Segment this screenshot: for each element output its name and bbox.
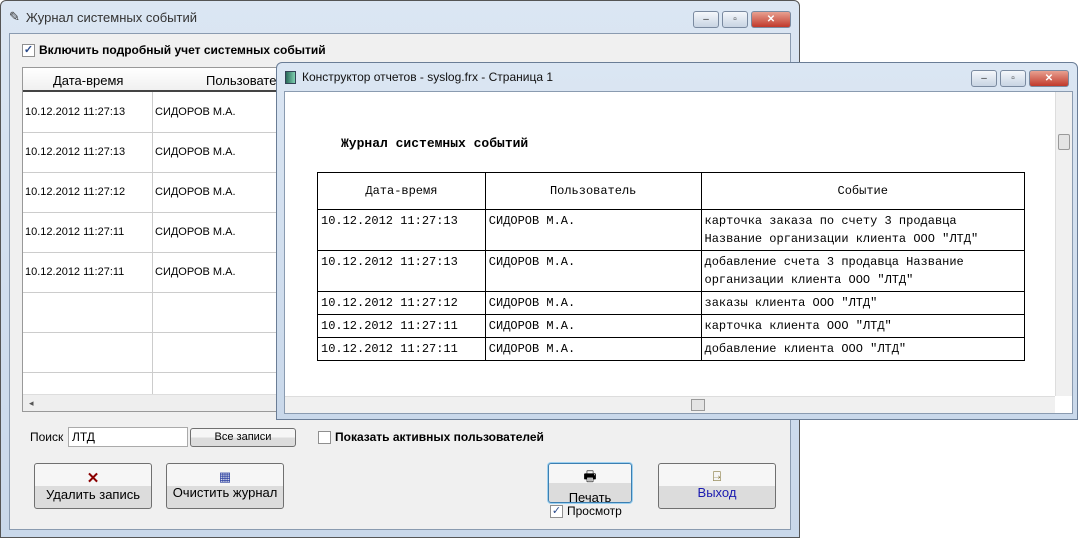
report-cell-event: добавление клиента ООО "ЛТД"	[700, 337, 1025, 361]
report-cell-event: карточка клиента ООО "ЛТД"	[700, 314, 1025, 338]
report-cell-datetime: 10.12.2012 11:27:13	[317, 209, 486, 251]
app-icon: ✎	[9, 9, 20, 24]
report-col-event: Событие	[700, 172, 1025, 210]
report-row: 10.12.2012 11:27:12 СИДОРОВ М.А. заказы кл…	[317, 291, 1025, 315]
minimize-button[interactable]: ‒	[693, 11, 719, 28]
title-bar: ✎ Журнал системных событий	[1, 1, 799, 33]
report-title-bar: Конструктор отчетов - syslog.frx - Стран…	[277, 63, 1077, 91]
cell-user: СИДОРОВ М.А.	[155, 106, 236, 118]
preview-checkbox[interactable]: ✓ Просмотр	[550, 504, 622, 519]
scroll-thumb[interactable]	[1058, 134, 1070, 150]
cell-datetime: 10.12.2012 11:27:13	[25, 106, 126, 118]
table-row[interactable]: 10.12.2012 11:27:13 СИДОРОВ М.А.	[23, 133, 281, 173]
minimize-button[interactable]: ‒	[971, 70, 997, 87]
all-records-button[interactable]: Все записи	[190, 428, 296, 447]
table-row[interactable]: 10.12.2012 11:27:13 СИДОРОВ М.А.	[23, 93, 281, 133]
search-input[interactable]	[68, 427, 188, 447]
report-heading: Журнал системных событий	[341, 136, 529, 151]
report-cell-user: СИДОРОВ М.А.	[484, 250, 702, 292]
column-header-datetime[interactable]: Дата-время	[53, 73, 123, 88]
checkbox-icon: ✓	[22, 44, 35, 58]
table-row[interactable]: 10.12.2012 11:27:12 СИДОРОВ М.А.	[23, 173, 281, 213]
events-grid[interactable]: Дата-время Пользовате 10.12.2012 11:27:13…	[22, 67, 282, 412]
column-header-user[interactable]: Пользовате	[206, 73, 276, 88]
clear-table-icon: ▦	[218, 469, 232, 484]
cell-user: СИДОРОВ М.А.	[155, 146, 236, 158]
report-cell-user: СИДОРОВ М.А.	[484, 291, 702, 315]
active-users-checkbox[interactable]: Показать активных пользователей	[318, 430, 544, 445]
report-row: 10.12.2012 11:27:13 СИДОРОВ М.А. добавлени…	[317, 250, 1025, 292]
report-table: Дата-время Пользователь Событие 10.12.2012…	[317, 172, 1025, 361]
table-row[interactable]: 10.12.2012 11:27:11 СИДОРОВ М.А.	[23, 253, 281, 293]
delete-record-button[interactable]: ✕ Удалить запись	[34, 463, 152, 509]
delete-icon: ✕	[86, 470, 100, 487]
cell-datetime: 10.12.2012 11:27:13	[25, 146, 126, 158]
report-cell-datetime: 10.12.2012 11:27:13	[317, 250, 486, 292]
maximize-button[interactable]: ▫	[1000, 70, 1026, 87]
horizontal-scrollbar[interactable]	[285, 396, 1055, 413]
report-col-datetime: Дата-время	[317, 172, 486, 210]
cell-user: СИДОРОВ М.А.	[155, 226, 236, 238]
scroll-thumb[interactable]	[691, 399, 705, 411]
enable-logging-checkbox[interactable]: ✓ Включить подробный учет системных событ…	[22, 43, 326, 58]
report-cell-user: СИДОРОВ М.А.	[484, 337, 702, 361]
active-users-label: Показать активных пользователей	[335, 430, 544, 444]
exit-label: Выход	[697, 485, 737, 500]
printer-icon: 🖶	[583, 468, 597, 484]
table-row[interactable]: 10.12.2012 11:27:11 СИДОРОВ М.А.	[23, 213, 281, 253]
report-row: 10.12.2012 11:27:11 СИДОРОВ М.А. карточка …	[317, 314, 1025, 338]
print-label: Печать	[568, 490, 612, 505]
report-window-title: Конструктор отчетов - syslog.frx - Стран…	[302, 70, 553, 84]
report-cell-user: СИДОРОВ М.А.	[484, 209, 702, 251]
report-col-user: Пользователь	[484, 172, 702, 210]
enable-logging-label: Включить подробный учет системных событи…	[39, 43, 326, 57]
vertical-scrollbar[interactable]	[1055, 92, 1072, 396]
maximize-button[interactable]: ▫	[722, 11, 748, 28]
cell-datetime: 10.12.2012 11:27:11	[25, 226, 125, 238]
exit-door-icon: ⍈	[712, 468, 722, 484]
table-row[interactable]	[23, 333, 281, 373]
report-row: 10.12.2012 11:27:13 СИДОРОВ М.А. карточка …	[317, 209, 1025, 251]
cell-datetime: 10.12.2012 11:27:11	[25, 266, 125, 278]
preview-label: Просмотр	[567, 504, 622, 518]
close-button[interactable]: ✕	[751, 11, 791, 28]
report-row: 10.12.2012 11:27:11 СИДОРОВ М.А. добавлени…	[317, 337, 1025, 361]
checkbox-icon	[318, 431, 331, 445]
report-cell-datetime: 10.12.2012 11:27:11	[317, 337, 486, 361]
cell-user: СИДОРОВ М.А.	[155, 186, 236, 198]
report-cell-event: заказы клиента ООО "ЛТД"	[700, 291, 1025, 315]
table-row[interactable]	[23, 293, 281, 333]
report-cell-datetime: 10.12.2012 11:27:11	[317, 314, 486, 338]
cell-user: СИДОРОВ М.А.	[155, 266, 236, 278]
report-cell-event: добавление счета 3 продавца Название орг…	[700, 250, 1025, 292]
clear-label: Очистить журнал	[172, 485, 278, 500]
report-preview: Журнал системных событий Дата-время Польз…	[284, 91, 1073, 414]
print-button[interactable]: 🖶 Печать	[548, 463, 632, 505]
report-designer-window: Конструктор отчетов - syslog.frx - Стран…	[276, 62, 1078, 420]
clear-log-button[interactable]: ▦ Очистить журнал	[166, 463, 284, 509]
window-title: Журнал системных событий	[25, 9, 197, 25]
checkbox-icon: ✓	[550, 505, 563, 519]
search-label: Поиск	[30, 430, 64, 444]
report-cell-event: карточка заказа по счету 3 продавца Назв…	[700, 209, 1025, 251]
horizontal-scrollbar[interactable]: ◂	[23, 394, 281, 411]
report-cell-user: СИДОРОВ М.А.	[484, 314, 702, 338]
cell-datetime: 10.12.2012 11:27:12	[25, 186, 126, 198]
delete-label: Удалить запись	[45, 487, 140, 502]
report-app-icon	[285, 70, 296, 84]
close-button[interactable]: ✕	[1029, 70, 1069, 87]
exit-button[interactable]: ⍈ Выход	[658, 463, 776, 509]
report-cell-datetime: 10.12.2012 11:27:12	[317, 291, 486, 315]
